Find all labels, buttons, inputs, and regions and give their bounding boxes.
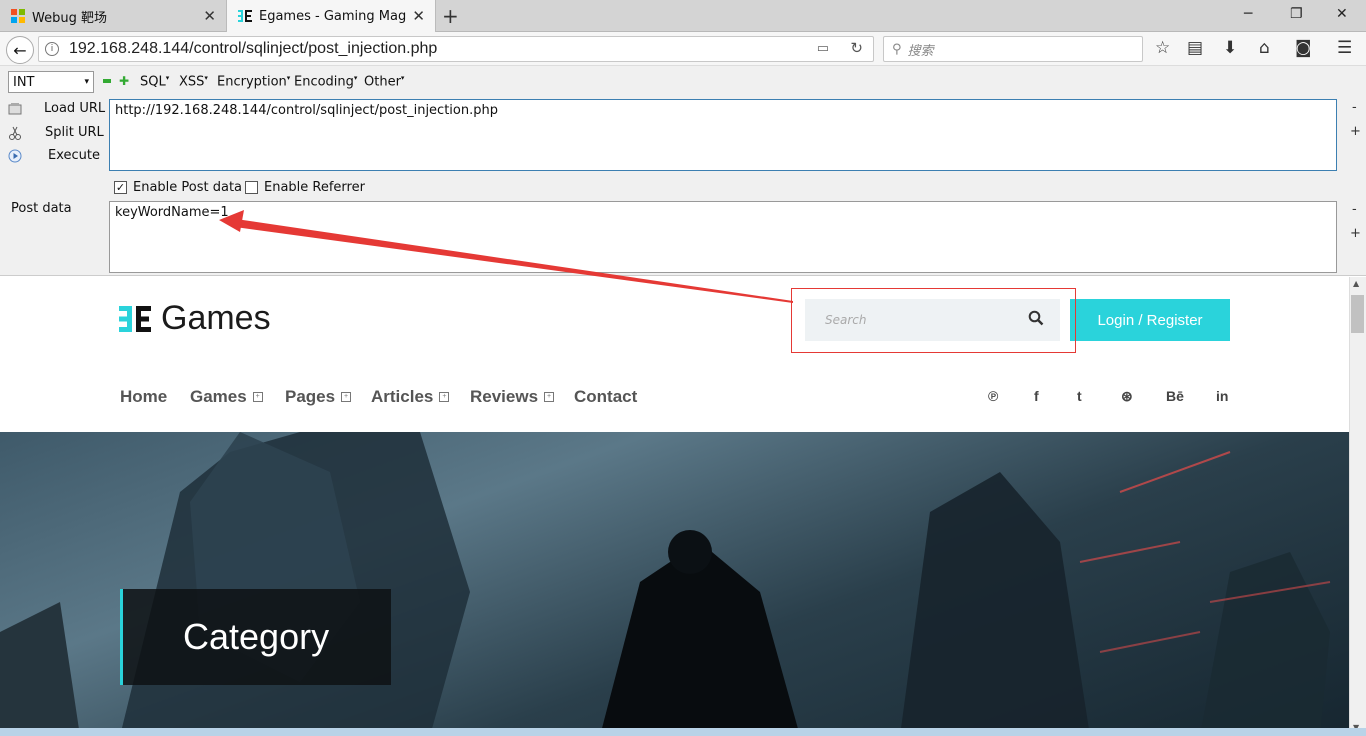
scrollbar-thumb[interactable] — [1351, 295, 1364, 333]
scroll-up-icon[interactable]: ▲ — [1353, 279, 1359, 288]
page-scrollbar[interactable]: ▲ ▼ — [1349, 277, 1366, 736]
taskbar-strip — [0, 728, 1366, 736]
annotation-arrow — [219, 210, 793, 303]
